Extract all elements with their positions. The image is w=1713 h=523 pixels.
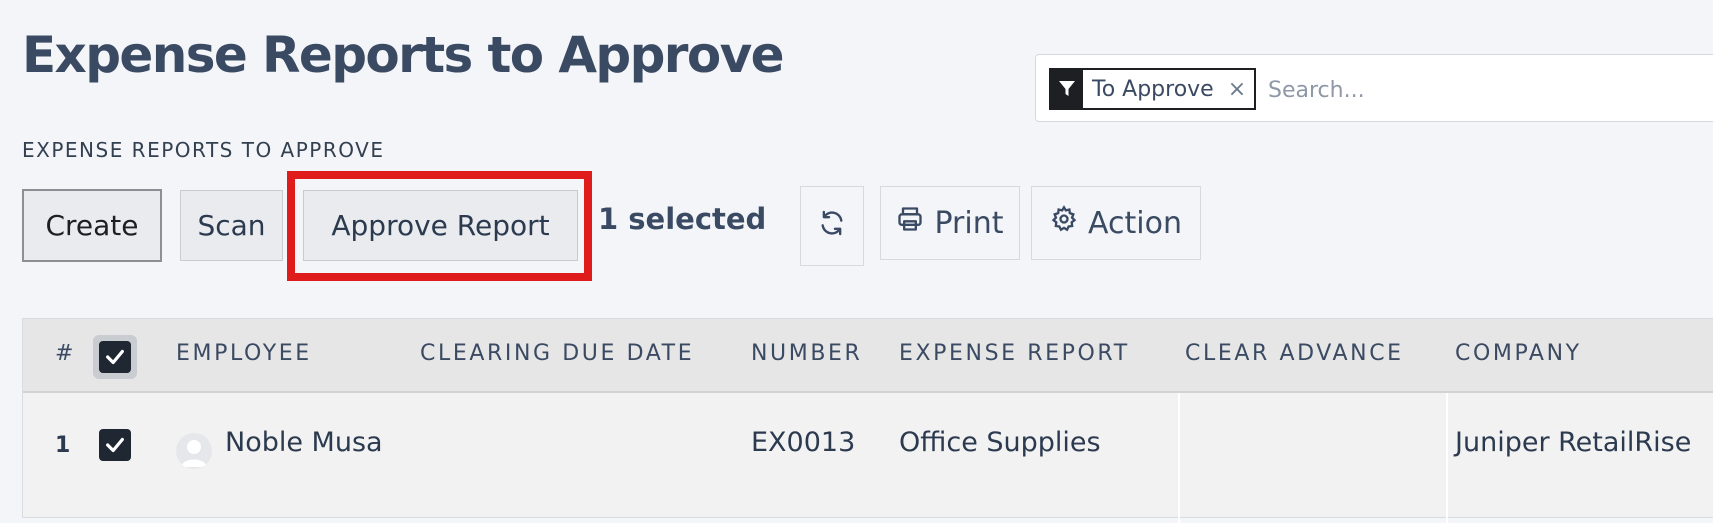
breadcrumb: EXPENSE REPORTS TO APPROVE: [22, 138, 385, 162]
facet-label: To Approve: [1092, 76, 1214, 102]
gear-icon: [1050, 205, 1078, 241]
check-icon: [106, 437, 124, 453]
expense-reports-table: # EMPLOYEE CLEARING DUE DATE NUMBER EXPE…: [22, 318, 1713, 523]
column-header-expense-report[interactable]: EXPENSE REPORT: [899, 341, 1130, 366]
action-label: Action: [1088, 205, 1182, 241]
search-input[interactable]: [1266, 69, 1710, 111]
selection-count: 1 selected: [598, 202, 767, 236]
user-avatar-icon: [176, 433, 212, 469]
column-header-company[interactable]: COMPANY: [1455, 341, 1582, 366]
cell-expense-report: Office Supplies: [899, 427, 1101, 458]
cell-employee: Noble Musa: [225, 427, 383, 458]
column-header-clear-advance[interactable]: CLEAR ADVANCE: [1185, 341, 1404, 366]
page-title: Expense Reports to Approve: [22, 26, 785, 84]
scan-button[interactable]: Scan: [180, 190, 283, 261]
column-header-index: #: [55, 341, 77, 366]
refresh-icon: [818, 209, 846, 244]
print-button[interactable]: Print: [880, 186, 1020, 260]
table-header: # EMPLOYEE CLEARING DUE DATE NUMBER EXPE…: [23, 319, 1713, 393]
highlight-box: [287, 171, 592, 281]
row-index: 1: [55, 433, 71, 458]
create-button[interactable]: Create: [22, 189, 162, 262]
column-header-clearing-due-date[interactable]: CLEARING DUE DATE: [420, 341, 694, 366]
column-header-number[interactable]: NUMBER: [751, 341, 862, 366]
printer-icon: [896, 205, 924, 241]
select-all-checkbox-wrapper: [93, 335, 137, 379]
refresh-button[interactable]: [800, 186, 864, 266]
facet-remove-icon[interactable]: ×: [1220, 70, 1254, 108]
select-all-checkbox[interactable]: [99, 341, 131, 373]
cell-company: Juniper RetailRise: [1455, 427, 1692, 458]
filter-icon: [1051, 70, 1083, 108]
table-row[interactable]: 1 Noble Musa EX0013 Office Supplies Juni…: [23, 393, 1713, 519]
check-icon: [106, 349, 124, 365]
action-button[interactable]: Action: [1031, 186, 1201, 260]
column-header-employee[interactable]: EMPLOYEE: [176, 341, 312, 366]
search-facet-to-approve[interactable]: To Approve ×: [1049, 68, 1257, 110]
print-label: Print: [934, 205, 1004, 241]
row-checkbox[interactable]: [99, 429, 131, 461]
search-bar: To Approve ×: [1035, 54, 1713, 122]
cell-number: EX0013: [751, 427, 856, 458]
